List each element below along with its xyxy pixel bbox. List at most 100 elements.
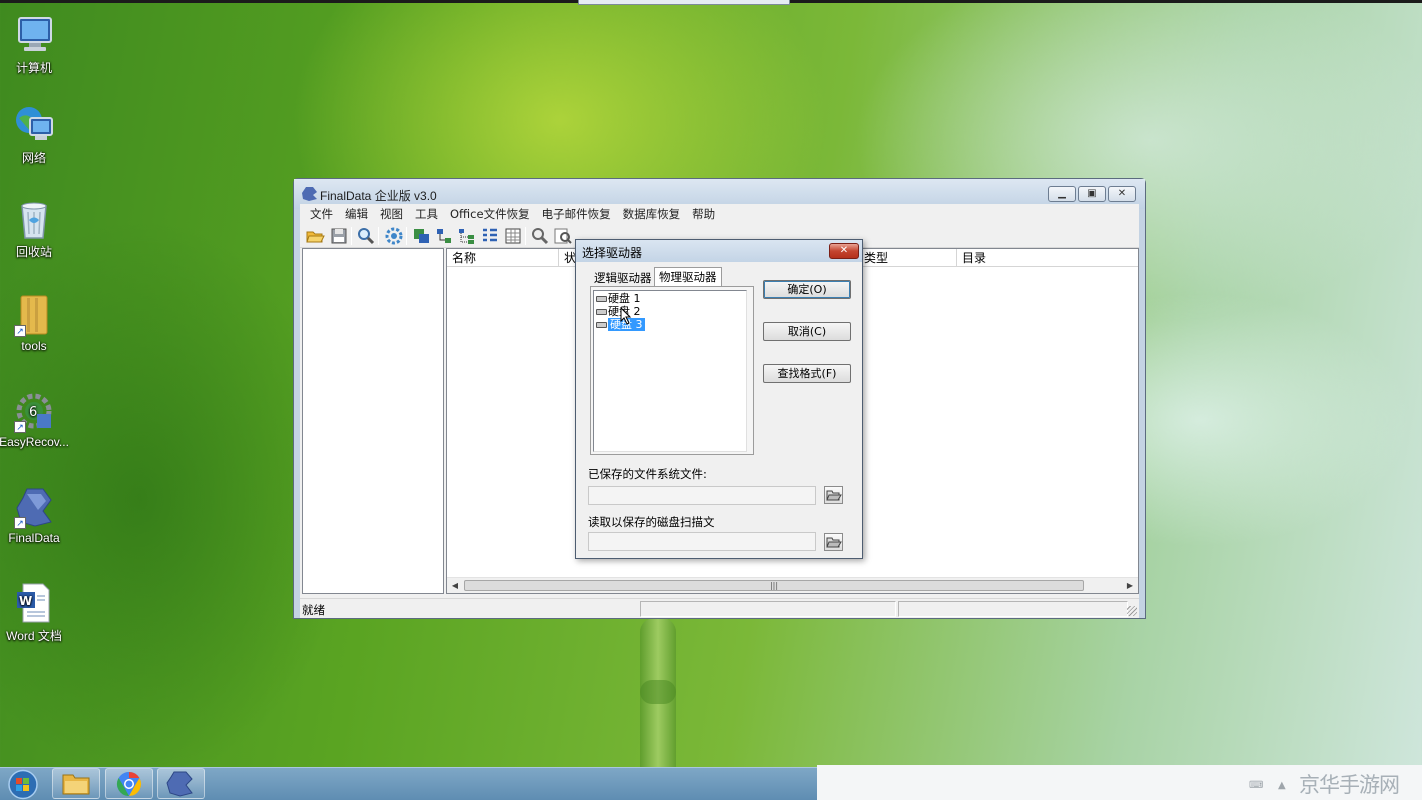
browse-scan-file-button[interactable] (824, 533, 843, 551)
menu-database-recovery[interactable]: 数据库恢复 (617, 206, 687, 222)
browser-icon (116, 772, 142, 796)
finaldata-icon: ↗ (13, 486, 55, 529)
drive-item-2[interactable]: 硬盘 2 (595, 305, 641, 318)
column-header-type[interactable]: 类型 (859, 249, 957, 267)
cancel-button[interactable]: 取消(C) (763, 322, 851, 341)
tab-physical-drives[interactable]: 物理驱动器 (654, 267, 722, 287)
find-format-button[interactable]: 查找格式(F) (763, 364, 851, 383)
wallpaper-stem-node (640, 680, 676, 704)
details-view-button[interactable] (480, 226, 500, 246)
status-pane (640, 601, 896, 617)
browse-saved-fs-button[interactable] (824, 486, 843, 504)
column-header-name[interactable]: 名称 (447, 249, 559, 267)
tree-small-icon (437, 229, 451, 243)
tree-small-button[interactable] (434, 226, 454, 246)
preview-button[interactable] (553, 226, 573, 246)
status-bar: 就绪 (300, 598, 1139, 618)
windows-logo-icon (8, 769, 38, 800)
tray-arrow-icon[interactable]: ▲ (1278, 780, 1286, 791)
desktop-icon-label: 计算机 (15, 61, 52, 75)
open-folder-button[interactable] (305, 226, 325, 246)
drive-tab-panel: 硬盘 1 硬盘 2 硬盘 3 (590, 286, 754, 455)
save-button[interactable] (329, 226, 349, 246)
desktop-icon-finaldata[interactable]: ↗ FinalData (0, 486, 70, 545)
folder-tree-pane[interactable] (302, 248, 444, 594)
scroll-left-icon[interactable]: ◀ (447, 578, 463, 594)
folder-icon: ↗ (13, 294, 55, 337)
search-button[interactable] (356, 226, 376, 246)
taskbar-browser[interactable] (105, 768, 153, 799)
dialog-titlebar[interactable]: 选择驱动器 ✕ (576, 240, 862, 262)
maximize-icon: ▣ (1087, 188, 1097, 199)
saved-fs-label: 已保存的文件系统文件: (588, 467, 707, 481)
desktop-icon-label: 回收站 (15, 245, 52, 259)
folder-icon (62, 774, 90, 795)
saved-fs-path-field[interactable] (588, 486, 816, 505)
open-folder-icon (826, 490, 842, 501)
keyboard-icon[interactable]: ⌨ (1249, 780, 1263, 791)
magnifier-icon (532, 228, 549, 245)
hard-disk-icon (596, 296, 607, 302)
minimize-button[interactable]: ▁ (1048, 186, 1076, 202)
menu-edit[interactable]: 编辑 (339, 206, 374, 222)
network-icon (13, 104, 55, 146)
taskbar-finaldata[interactable] (157, 768, 205, 799)
gear-icon (385, 227, 403, 245)
start-button[interactable] (6, 769, 40, 800)
close-icon: ✕ (839, 245, 849, 256)
menu-email-recovery[interactable]: 电子邮件恢复 (536, 206, 617, 222)
drive-list[interactable]: 硬盘 1 硬盘 2 硬盘 3 (593, 290, 747, 452)
desktop-icon-network[interactable]: 网络 (0, 104, 70, 166)
menu-view[interactable]: 视图 (374, 206, 409, 222)
resize-grip[interactable] (1127, 606, 1137, 616)
finaldata-icon (166, 771, 193, 797)
tree-view-icon (459, 229, 474, 244)
desktop-icon-label: EasyRecov... (0, 435, 69, 449)
dialog-close-button[interactable]: ✕ (829, 243, 859, 259)
menu-office-recovery[interactable]: Office文件恢复 (444, 206, 536, 222)
maximize-button[interactable]: ▣ (1078, 186, 1106, 202)
scan-file-path-field[interactable] (588, 532, 816, 551)
svg-text:6: 6 (29, 405, 37, 420)
scrollbar-thumb[interactable]: ||| (464, 580, 1084, 591)
desktop-icon-label: FinalData (8, 531, 60, 545)
menu-file[interactable]: 文件 (304, 206, 339, 222)
desktop-icon-easyrecovery[interactable]: 6 ↗ EasyRecov... (0, 390, 70, 449)
desktop-icon-recycle-bin[interactable]: 回收站 (0, 198, 70, 260)
desktop-icon-label: tools (21, 339, 47, 353)
settings-button[interactable] (384, 226, 404, 246)
desktop-icon-word-doc[interactable]: W Word 文档 (0, 582, 70, 644)
shortcut-arrow-icon: ↗ (14, 421, 26, 433)
word-document-icon: W (13, 582, 55, 624)
column-header-directory[interactable]: 目录 (957, 249, 1140, 267)
drive-item-1[interactable]: 硬盘 1 (595, 292, 641, 305)
list-icon (483, 228, 497, 242)
tree-view-button[interactable] (457, 226, 477, 246)
hard-disk-icon (596, 322, 607, 328)
close-button[interactable]: ✕ (1108, 186, 1136, 202)
status-pane (898, 601, 1128, 617)
top-hidden-widget (578, 0, 790, 5)
zoom-button[interactable] (530, 226, 550, 246)
menu-bar: 文件 编辑 视图 工具 Office文件恢复 电子邮件恢复 数据库恢复 帮助 (300, 204, 1139, 224)
hard-disk-icon (596, 309, 607, 315)
desktop-icon-tools[interactable]: ↗ tools (0, 294, 70, 353)
horizontal-scrollbar[interactable]: ◀ ||| ▶ (447, 577, 1138, 593)
toolbar-separator (351, 227, 352, 245)
save-icon (331, 228, 347, 244)
recover-button[interactable] (411, 226, 431, 246)
ok-button[interactable]: 确定(O) (763, 280, 851, 299)
scroll-right-icon[interactable]: ▶ (1122, 578, 1138, 594)
taskbar-explorer[interactable] (52, 768, 100, 799)
status-text: 就绪 (302, 603, 325, 617)
window-title: FinalData 企业版 v3.0 (320, 189, 437, 203)
menu-help[interactable]: 帮助 (686, 206, 721, 222)
select-drive-dialog[interactable]: 选择驱动器 ✕ 逻辑驱动器 物理驱动器 硬盘 1 硬盘 2 硬盘 3 确定(O)… (575, 239, 863, 559)
svg-text:W: W (19, 594, 32, 608)
desktop-icon-computer[interactable]: 计算机 (0, 14, 70, 76)
toolbar-separator (525, 227, 526, 245)
preview-icon (554, 228, 572, 244)
menu-tools[interactable]: 工具 (409, 206, 444, 222)
table-view-button[interactable] (503, 226, 523, 246)
dialog-title: 选择驱动器 (582, 246, 643, 260)
